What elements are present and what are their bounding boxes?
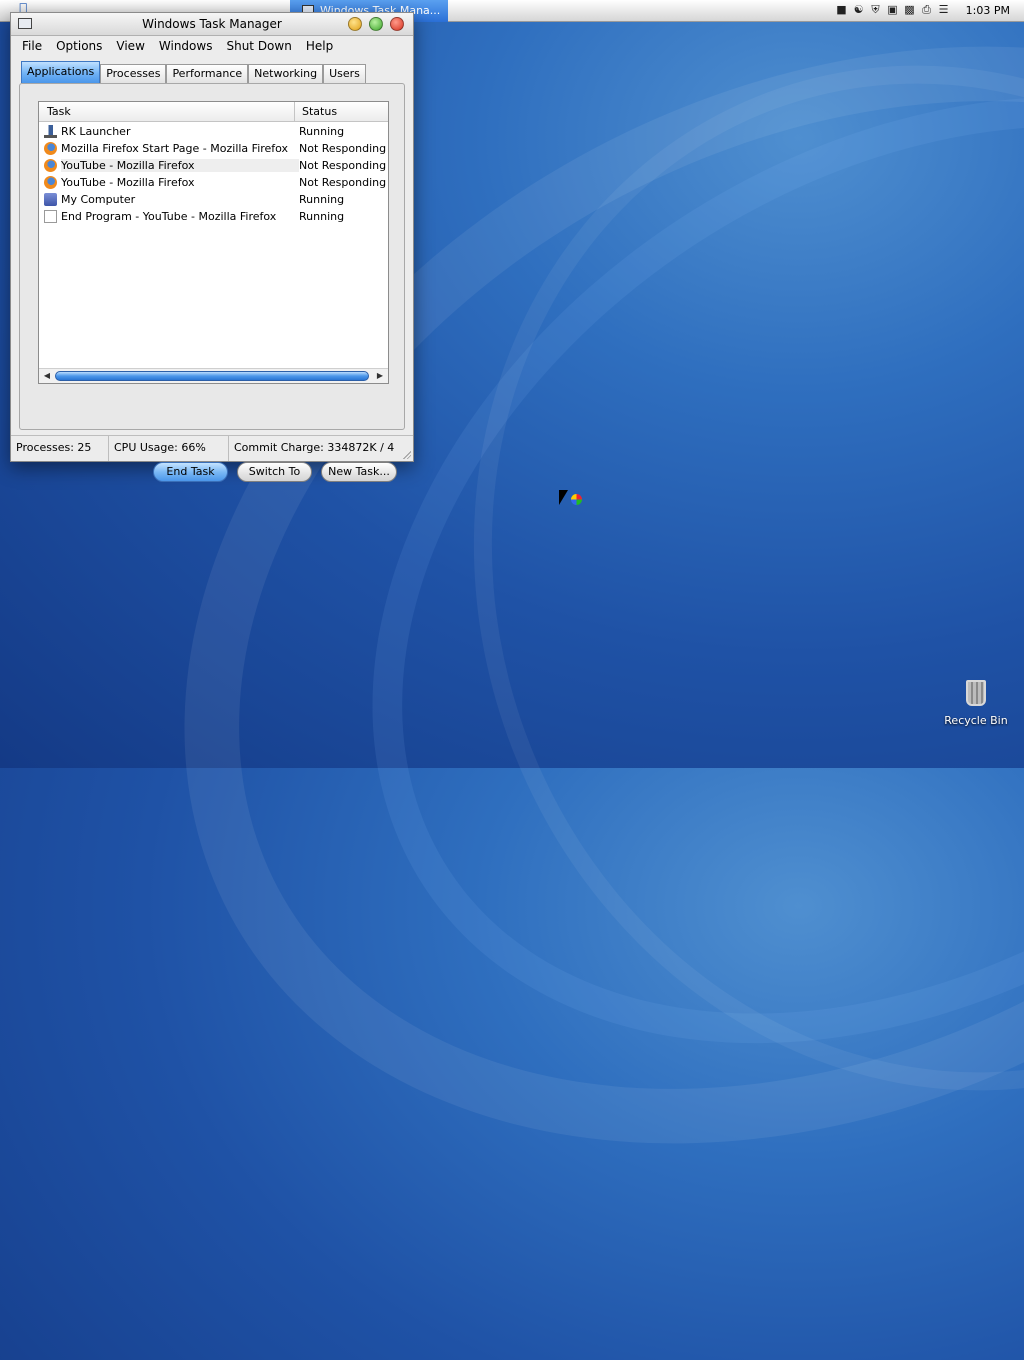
menu-icon[interactable]: ☰	[937, 3, 950, 16]
printer-icon[interactable]: ⎙	[920, 3, 933, 16]
task-row[interactable]: RK Launcher Running	[39, 123, 388, 140]
task-status: Not Responding	[299, 142, 387, 155]
task-name: My Computer	[61, 193, 136, 206]
task-row[interactable]: YouTube - Mozilla Firefox Not Responding	[39, 157, 388, 174]
network-icon[interactable]: ☯	[852, 3, 865, 16]
shield-icon[interactable]: ⛨	[869, 3, 882, 16]
task-rows: RK Launcher Running Mozilla Firefox Star…	[39, 122, 388, 225]
task-list[interactable]: Task Status RK Launcher Running Mozilla …	[38, 101, 389, 384]
system-tray: ■ ☯ ⛨ ▣ ▩ ⎙ ☰	[835, 3, 950, 19]
task-row[interactable]: YouTube - Mozilla Firefox Not Responding	[39, 174, 388, 191]
task-name: YouTube - Mozilla Firefox	[61, 159, 299, 172]
tab-bar: Applications Processes Performance Netwo…	[21, 61, 366, 83]
task-status: Running	[299, 210, 345, 223]
end-task-button[interactable]: End Task	[153, 462, 228, 482]
close-button[interactable]	[390, 17, 404, 31]
launcher-icon	[44, 125, 57, 138]
task-row[interactable]: My Computer Running	[39, 191, 388, 208]
applications-panel: Task Status RK Launcher Running Mozilla …	[19, 83, 405, 482]
display-icon[interactable]: ▣	[886, 3, 899, 16]
task-status: Running	[299, 193, 345, 206]
tab-performance[interactable]: Performance	[166, 64, 249, 83]
task-row[interactable]: Mozilla Firefox Start Page - Mozilla Fir…	[39, 140, 388, 157]
menu-help[interactable]: Help	[299, 36, 340, 56]
task-name: Mozilla Firefox Start Page - Mozilla Fir…	[61, 142, 289, 155]
title-bar[interactable]: Windows Task Manager	[11, 13, 413, 36]
new-task-button[interactable]: New Task...	[321, 462, 397, 482]
speech-icon[interactable]: ▩	[903, 3, 916, 16]
document-icon	[44, 210, 57, 223]
task-name: End Program - YouTube - Mozilla Firefox	[61, 210, 277, 223]
scroll-left-arrow-icon[interactable]: ◀	[40, 370, 54, 382]
task-status: Not Responding	[299, 176, 387, 189]
column-header-status[interactable]: Status	[295, 102, 337, 121]
desktop-swoosh	[331, 0, 1024, 1225]
scroll-right-arrow-icon[interactable]: ▶	[373, 370, 387, 382]
recycle-bin[interactable]: Recycle Bin	[944, 680, 1008, 727]
recycle-bin-label: Recycle Bin	[944, 714, 1008, 727]
status-cpu-usage: CPU Usage: 66%	[109, 436, 229, 461]
tab-networking[interactable]: Networking	[248, 64, 324, 83]
maximize-button[interactable]	[369, 17, 383, 31]
clock[interactable]: 1:03 PM	[966, 0, 1010, 22]
menu-shut-down[interactable]: Shut Down	[219, 36, 298, 56]
battery-icon[interactable]: ■	[835, 3, 848, 16]
minimize-button[interactable]	[348, 17, 362, 31]
task-name: YouTube - Mozilla Firefox	[61, 176, 195, 189]
mouse-cursor-icon	[559, 490, 568, 505]
switch-to-button[interactable]: Switch To	[237, 462, 312, 482]
task-status: Running	[299, 125, 345, 138]
menu-view[interactable]: View	[109, 36, 151, 56]
window-menu-bar: File Options View Windows Shut Down Help	[11, 36, 413, 56]
status-processes: Processes: 25	[11, 436, 109, 461]
busy-indicator-icon	[571, 494, 582, 505]
scrollbar-thumb[interactable]	[55, 371, 369, 381]
horizontal-scrollbar[interactable]: ◀ ▶	[39, 368, 388, 383]
task-name: RK Launcher	[61, 125, 131, 138]
menu-windows[interactable]: Windows	[152, 36, 220, 56]
column-header-task[interactable]: Task	[39, 102, 295, 121]
task-manager-window: Windows Task Manager File Options View W…	[10, 12, 414, 482]
task-row[interactable]: End Program - YouTube - Mozilla Firefox …	[39, 208, 388, 225]
resize-grip-icon[interactable]	[402, 450, 411, 459]
computer-icon	[44, 193, 57, 206]
firefox-icon	[44, 142, 57, 155]
status-bar: Processes: 25 CPU Usage: 66% Commit Char…	[11, 435, 413, 461]
status-commit-charge: Commit Charge: 334872K / 4	[234, 441, 395, 454]
firefox-icon	[44, 176, 57, 189]
task-status: Not Responding	[299, 159, 387, 172]
menu-options[interactable]: Options	[49, 36, 109, 56]
firefox-icon	[44, 159, 57, 172]
tab-processes[interactable]: Processes	[100, 64, 167, 83]
recycle-bin-icon	[966, 680, 986, 706]
tab-applications[interactable]: Applications	[21, 61, 101, 83]
task-list-header: Task Status	[39, 102, 388, 122]
menu-file[interactable]: File	[15, 36, 49, 56]
tab-users[interactable]: Users	[323, 64, 366, 83]
